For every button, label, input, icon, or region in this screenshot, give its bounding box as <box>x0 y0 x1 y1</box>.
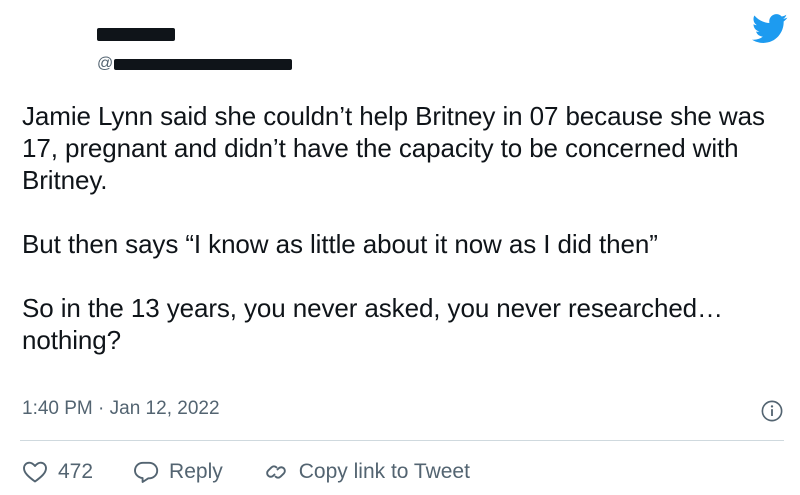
reply-button[interactable]: Reply <box>133 460 223 484</box>
twitter-bird-icon[interactable] <box>752 14 788 44</box>
reply-label: Reply <box>169 460 223 483</box>
divider <box>20 440 784 441</box>
like-button[interactable]: 472 <box>22 460 93 484</box>
redacted-handle <box>114 58 293 70</box>
heart-icon <box>23 461 47 483</box>
copy-link-button[interactable]: Copy link to Tweet <box>263 460 470 484</box>
tweet-text: Jamie Lynn said she couldn’t help Britne… <box>22 100 782 356</box>
tweet-paragraph: But then says “I know as little about it… <box>22 229 658 259</box>
info-icon[interactable] <box>761 400 783 422</box>
copy-link-label: Copy link to Tweet <box>298 460 470 483</box>
tweet-timestamp[interactable]: 1:40 PM · Jan 12, 2022 <box>22 398 220 420</box>
tweet-actions: 472 Reply Copy link to Tweet <box>22 457 470 487</box>
link-icon <box>265 465 286 479</box>
like-count: 472 <box>58 460 94 483</box>
handle-prefix: @ <box>97 55 114 72</box>
author-handle[interactable]: @ <box>97 55 293 73</box>
tweet-paragraph: Jamie Lynn said she couldn’t help Britne… <box>22 101 765 195</box>
redacted-display-name <box>97 28 175 41</box>
speech-bubble-icon <box>134 461 159 483</box>
tweet-paragraph: So in the 13 years, you never asked, you… <box>22 293 723 355</box>
